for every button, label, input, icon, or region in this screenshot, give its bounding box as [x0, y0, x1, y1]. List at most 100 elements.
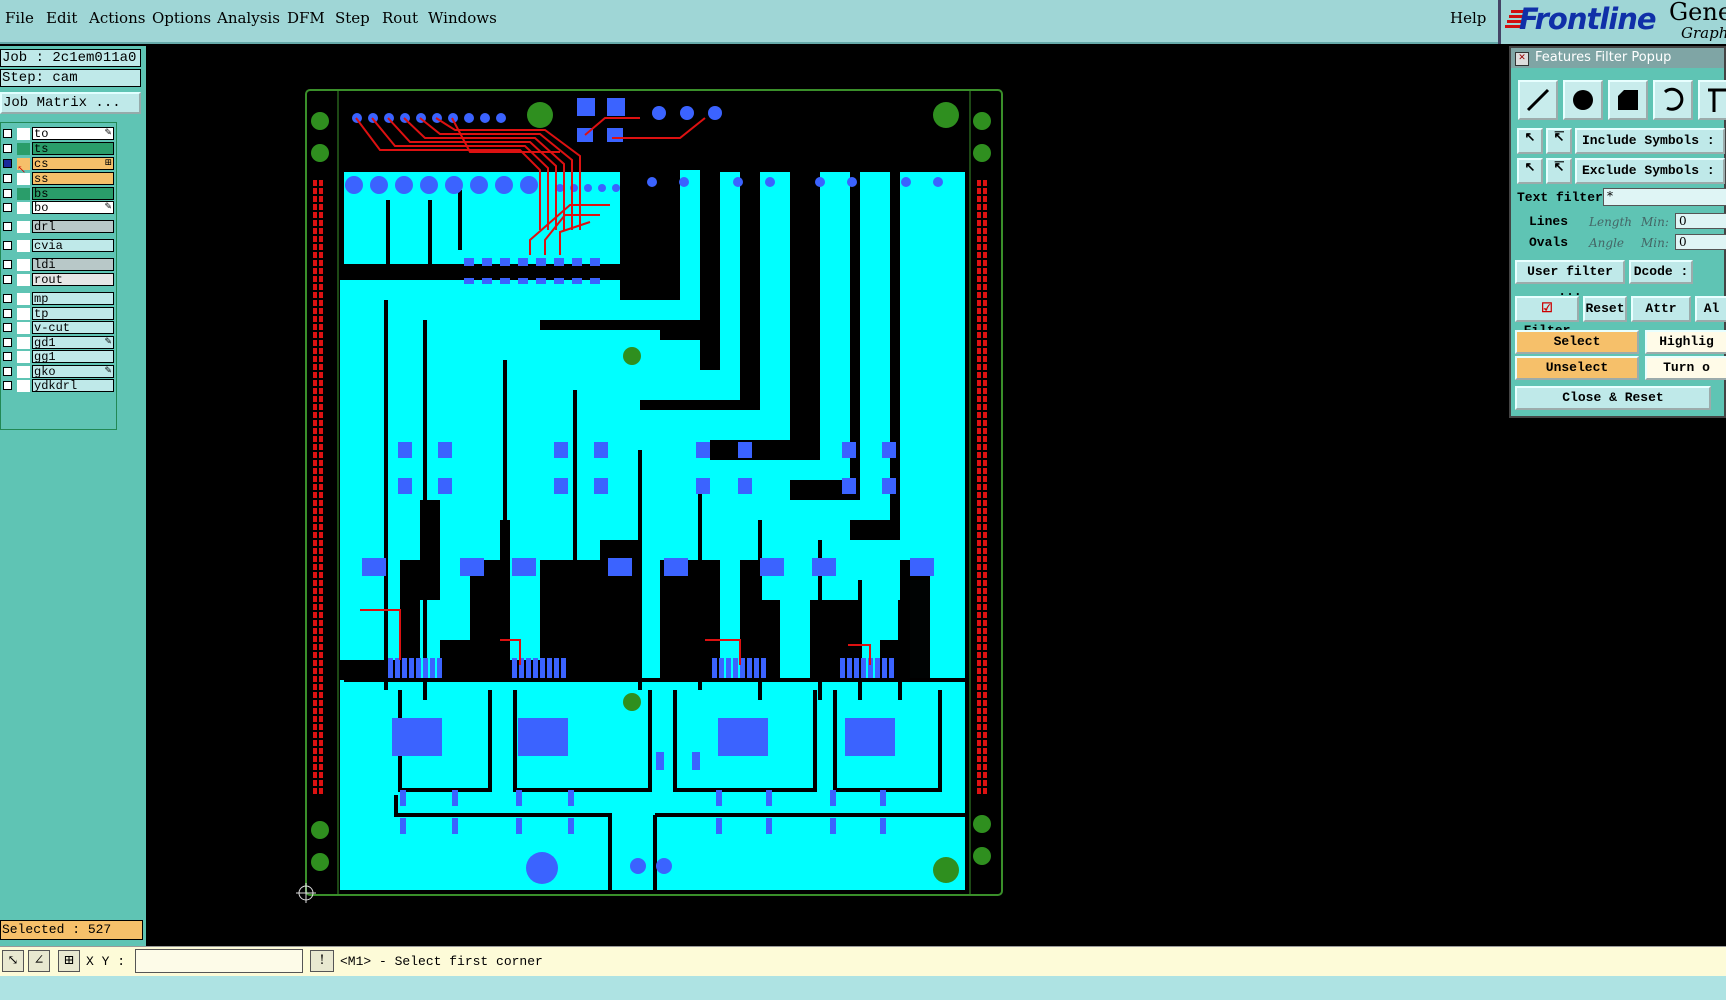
select-button[interactable]: Select [1515, 330, 1639, 354]
layer-color-swatch[interactable] [17, 240, 30, 252]
layer-row-rout[interactable]: rout [1, 273, 116, 287]
layer-row-cs[interactable]: ↖ cs ⊞ [1, 157, 116, 176]
info-button[interactable]: ! [310, 950, 334, 972]
layer-color-swatch[interactable] [17, 366, 30, 378]
exclude-pick2-button[interactable]: ↸ [1546, 158, 1572, 184]
reset-button[interactable]: Reset [1583, 296, 1627, 322]
layer-name[interactable]: to [32, 127, 114, 141]
layer-color-swatch[interactable] [17, 128, 30, 140]
layer-name[interactable]: ts [32, 142, 114, 156]
layer-row-ldi[interactable]: ldi [1, 258, 116, 272]
layer-name[interactable]: drl [32, 220, 114, 234]
snap-tool-button[interactable]: ⊞ [58, 950, 80, 972]
close-reset-button[interactable]: Close & Reset [1515, 386, 1711, 410]
layer-row-gd1[interactable]: gd1 ✎ [1, 336, 116, 350]
layer-checkbox[interactable] [3, 241, 12, 250]
layer-checkbox[interactable] [3, 367, 12, 376]
all-button[interactable]: Al [1695, 296, 1726, 322]
layer-color-swatch[interactable] [17, 202, 30, 214]
layer-name[interactable]: v-cut [32, 321, 114, 335]
user-filter-button[interactable]: User filter ... [1515, 260, 1625, 299]
layer-checkbox[interactable] [3, 189, 12, 198]
menu-options[interactable]: Options [152, 9, 211, 27]
layer-checkbox[interactable] [3, 129, 12, 138]
layer-name[interactable]: ldi [32, 258, 114, 272]
job-matrix-button[interactable]: Job Matrix ... [0, 92, 141, 114]
xy-input[interactable] [135, 949, 303, 973]
layer-name[interactable]: rout [32, 273, 114, 287]
menu-file[interactable]: File [5, 9, 34, 27]
layer-name[interactable]: ydkdrl [32, 379, 114, 393]
filter-toggle[interactable]: ☑ Filter [1515, 296, 1579, 338]
zoom-tool-button[interactable]: ⤡ [2, 950, 24, 972]
length-min-input[interactable]: 0 [1675, 213, 1726, 229]
layer-row-mp[interactable]: mp [1, 292, 116, 306]
layer-color-swatch[interactable] [17, 143, 30, 155]
layer-checkbox[interactable] [3, 260, 12, 269]
layer-checkbox[interactable] [3, 222, 12, 231]
pad-tool-button[interactable] [1563, 80, 1603, 120]
menu-windows[interactable]: Windows [428, 9, 497, 27]
layer-checkbox[interactable] [3, 174, 12, 183]
layer-color-swatch[interactable]: ↖ [17, 158, 30, 176]
layer-checkbox[interactable] [3, 294, 12, 303]
layer-color-swatch[interactable] [17, 173, 30, 185]
layer-color-swatch[interactable] [17, 351, 30, 363]
layer-name[interactable]: cvia [32, 239, 114, 253]
layer-row-tp[interactable]: tp [1, 307, 116, 321]
text-filter-input[interactable]: * [1603, 188, 1726, 206]
layer-name[interactable]: ss [32, 172, 114, 186]
layer-name[interactable]: gko [32, 365, 114, 379]
layer-name[interactable]: tp [32, 307, 114, 321]
layer-checkbox[interactable] [3, 338, 12, 347]
layer-checkbox[interactable] [3, 381, 12, 390]
layer-row-ss[interactable]: ss [1, 172, 116, 186]
menu-help[interactable]: Help [1450, 9, 1486, 27]
arc-tool-button[interactable] [1653, 80, 1693, 120]
unselect-button[interactable]: Unselect [1515, 356, 1639, 380]
layer-checkbox[interactable] [3, 323, 12, 332]
layer-color-swatch[interactable] [17, 380, 30, 392]
include-pick-button[interactable]: ↖ [1517, 128, 1543, 154]
layer-color-swatch[interactable] [17, 274, 30, 286]
layer-name[interactable]: cs [32, 157, 114, 171]
exclude-symbols-button[interactable]: Exclude Symbols : [1575, 158, 1725, 184]
close-icon[interactable]: ✕ [1515, 52, 1529, 66]
graphic-canvas[interactable] [146, 46, 1509, 946]
layer-row-ydkdrl[interactable]: ydkdrl [1, 379, 116, 393]
layer-row-gko[interactable]: gko ✎ [1, 365, 116, 379]
measure-tool-button[interactable]: ∠ [28, 950, 50, 972]
layer-row-bs[interactable]: bs [1, 187, 116, 201]
text-tool-button[interactable] [1698, 80, 1726, 120]
menu-dfm[interactable]: DFM [287, 9, 325, 27]
dcode-button[interactable]: Dcode : [1629, 260, 1693, 284]
ovals-checkbox-label[interactable]: Ovals [1529, 235, 1568, 250]
include-pick2-button[interactable]: ↸ [1546, 128, 1572, 154]
layer-row-to[interactable]: to ✎ [1, 127, 116, 141]
highlight-button[interactable]: Highlig [1645, 330, 1726, 354]
layer-row-drl[interactable]: drl [1, 220, 116, 234]
layer-color-swatch[interactable] [17, 259, 30, 271]
layer-color-swatch[interactable] [17, 308, 30, 320]
turn-off-button[interactable]: Turn o [1645, 356, 1726, 380]
layer-color-swatch[interactable] [17, 322, 30, 334]
layer-checkbox[interactable] [3, 203, 12, 212]
layer-checkbox[interactable] [3, 275, 12, 284]
layer-checkbox[interactable] [3, 144, 12, 153]
layer-color-swatch[interactable] [17, 221, 30, 233]
exclude-pick-button[interactable]: ↖ [1517, 158, 1543, 184]
layer-checkbox[interactable] [3, 309, 12, 318]
layer-name[interactable]: bo [32, 201, 114, 215]
layer-color-swatch[interactable] [17, 188, 30, 200]
layer-row-ts[interactable]: ts [1, 142, 116, 156]
angle-min-input[interactable]: 0 [1675, 234, 1726, 250]
attr-button[interactable]: Attr ... [1631, 296, 1691, 338]
menu-edit[interactable]: Edit [46, 9, 77, 27]
layer-name[interactable]: bs [32, 187, 114, 201]
layer-checkbox[interactable] [3, 352, 12, 361]
layer-color-swatch[interactable] [17, 293, 30, 305]
menu-actions[interactable]: Actions [89, 9, 145, 27]
menu-step[interactable]: Step [335, 9, 370, 27]
layer-name[interactable]: mp [32, 292, 114, 306]
line-tool-button[interactable] [1518, 80, 1558, 120]
